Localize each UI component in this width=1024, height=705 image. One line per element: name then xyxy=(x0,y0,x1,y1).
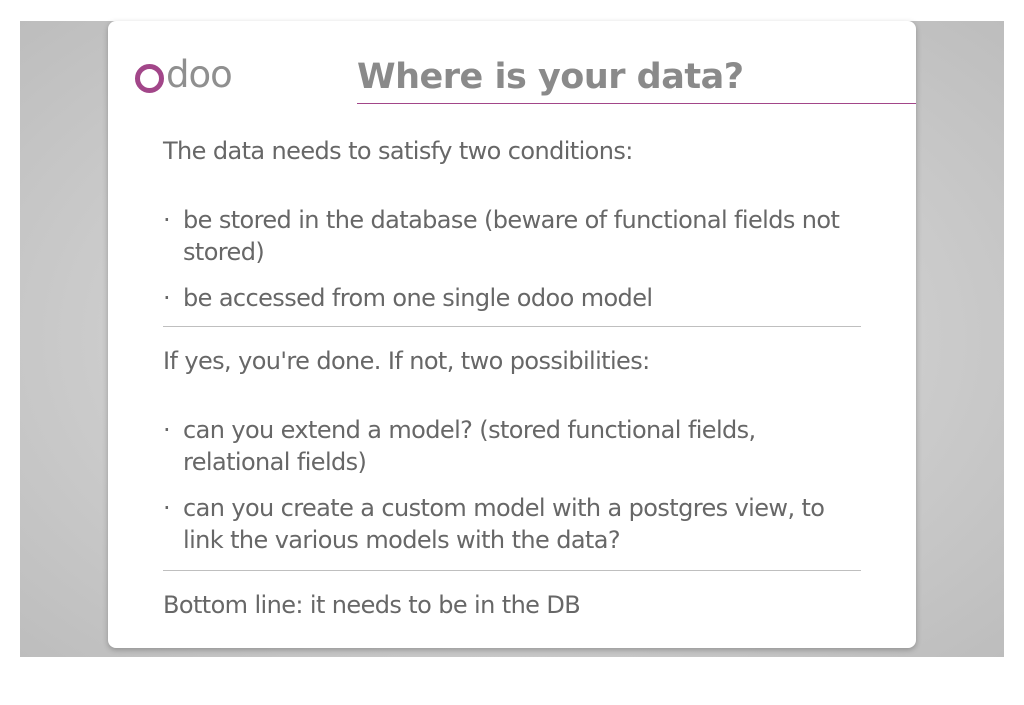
section-divider-2 xyxy=(163,570,861,571)
slide-title: Where is your data? xyxy=(357,57,744,97)
slide-content: The data needs to satisfy two conditions… xyxy=(163,127,861,621)
logo-o-ring xyxy=(135,63,164,93)
odoo-logo-icon: doo xyxy=(135,53,233,96)
slide: doo Where is your data? The data needs t… xyxy=(108,21,916,648)
alternatives-intro: If yes, you're done. If not, two possibi… xyxy=(163,347,650,375)
conditions-intro: The data needs to satisfy two conditions… xyxy=(163,137,633,165)
logo-text: doo xyxy=(166,53,233,96)
alternatives-bullet-1: can you extend a model? (stored function… xyxy=(163,414,783,478)
section-divider-1 xyxy=(163,326,861,327)
title-bar: Where is your data? xyxy=(357,53,916,104)
conditions-list: be stored in the database (beware of fun… xyxy=(163,204,861,314)
alternatives-list: can you extend a model? (stored function… xyxy=(163,414,861,556)
conclusion-text: Bottom line: it needs to be in the DB xyxy=(163,591,581,619)
alternatives-bullet-2: can you create a custom model with a pos… xyxy=(163,492,863,556)
conditions-bullet-2: be accessed from one single odoo model xyxy=(163,282,861,314)
conditions-bullet-1: be stored in the database (beware of fun… xyxy=(163,204,863,268)
